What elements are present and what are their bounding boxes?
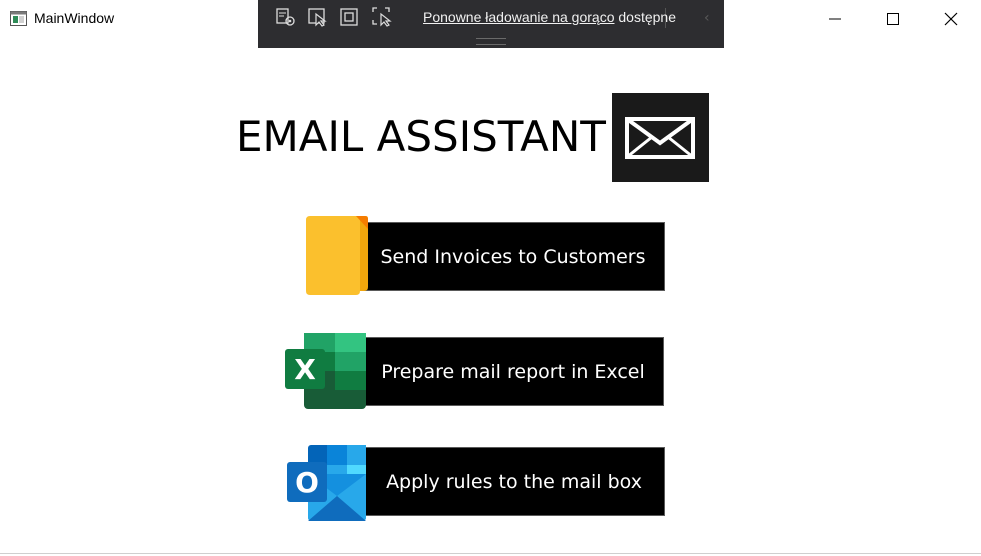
prepare-excel-report-label: Prepare mail report in Excel (381, 360, 645, 383)
hot-reload-status: Ponowne ładowanie na gorąco dostępne (423, 9, 676, 25)
hot-reload-status-text: dostępne (618, 9, 676, 25)
folder-icon (306, 216, 368, 295)
prepare-excel-report-button[interactable]: Prepare mail report in Excel (362, 337, 664, 406)
window-title: MainWindow (34, 10, 115, 26)
excel-icon: X (285, 333, 366, 409)
display-layout-adorners-icon[interactable] (339, 6, 361, 28)
main-window: MainWindow Ponowne ładowanie na gorąco d… (0, 0, 981, 556)
page-title: EMAIL ASSISTANT (236, 112, 606, 161)
minimize-button[interactable] (806, 0, 864, 38)
email-logo (612, 93, 709, 182)
close-button[interactable] (922, 0, 980, 38)
minimize-icon (829, 18, 841, 20)
hot-reload-link[interactable]: Ponowne ładowanie na gorąco (423, 9, 614, 25)
send-invoices-button[interactable]: Send Invoices to Customers (357, 222, 665, 291)
chevron-left-icon[interactable]: ‹ (704, 10, 710, 26)
envelope-icon (625, 117, 695, 159)
maximize-icon (887, 13, 899, 25)
visual-tree-icon[interactable] (275, 6, 297, 28)
select-element-icon[interactable] (307, 6, 329, 28)
outlook-icon: O (287, 445, 366, 521)
close-icon (944, 12, 958, 26)
toolbar-drag-handle[interactable] (476, 38, 506, 45)
wpf-window-icon (10, 11, 27, 26)
maximize-button[interactable] (864, 0, 922, 38)
track-focused-element-icon[interactable] (371, 6, 393, 28)
apply-mail-rules-button[interactable]: Apply rules to the mail box (363, 447, 665, 516)
window-bottom-border (0, 553, 981, 554)
svg-text:O: O (295, 466, 319, 499)
svg-text:X: X (294, 353, 316, 386)
send-invoices-label: Send Invoices to Customers (380, 245, 646, 268)
apply-mail-rules-label: Apply rules to the mail box (386, 470, 642, 493)
